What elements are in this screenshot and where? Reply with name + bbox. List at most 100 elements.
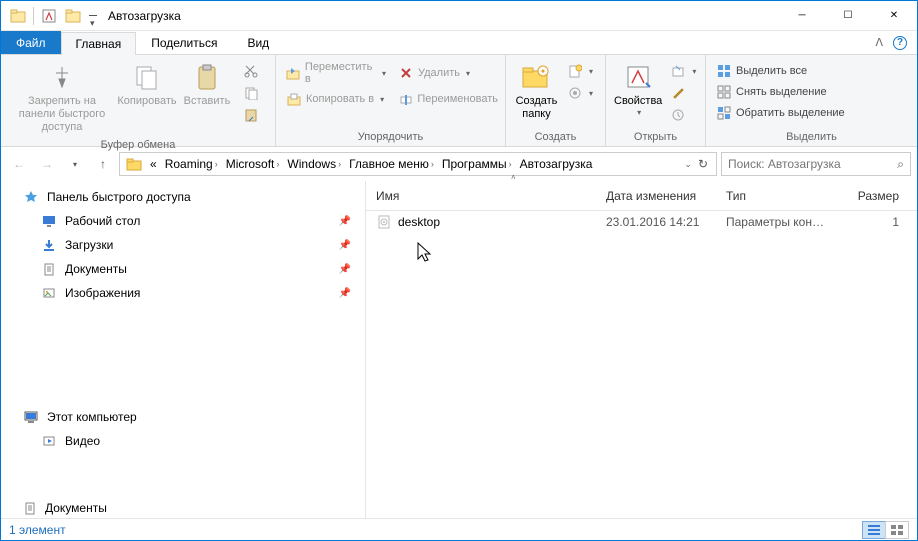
details-view-button[interactable] [862,521,886,539]
nav-this-pc[interactable]: Этот компьютер [1,405,365,429]
col-date[interactable]: Дата изменения [596,181,716,210]
paste-button[interactable]: Вставить [177,59,237,110]
folder-icon-2[interactable] [62,5,84,27]
paste-label: Вставить [184,95,231,108]
address-row: ← → ▾ ↑ « Roaming› Microsoft› Windows› Г… [1,147,917,181]
paste-shortcut-button[interactable] [239,105,263,125]
title-bar: ▾ Автозагрузка ─ ☐ ✕ [1,1,917,31]
nav-documents[interactable]: Документы 📌 [1,257,365,281]
folder-icon[interactable] [7,5,29,27]
delete-icon [398,65,414,81]
icons-view-button[interactable] [885,521,909,539]
nav-documents-2[interactable]: Документы [23,498,107,518]
copy-to-button[interactable]: Копировать в▾ [282,89,390,109]
nav-back-button[interactable]: ← [7,152,31,176]
pin-icon: 📌 [339,240,351,251]
pin-label: Закрепить на панели быстрого доступа [9,95,115,135]
documents-icon [41,261,57,277]
status-bar: 1 элемент [1,518,917,541]
invert-selection-icon [716,105,732,121]
file-date: 23.01.2016 14:21 [596,215,716,229]
file-icon [376,214,392,230]
cursor-icon [416,241,434,263]
breadcrumb-seg-2[interactable]: Windows› [283,157,345,171]
breadcrumb-seg-4[interactable]: Программы› [438,157,516,171]
col-type[interactable]: Тип [716,181,836,210]
edit-icon [670,85,686,101]
desktop-icon [41,213,57,229]
copy-path-icon [243,85,259,101]
quick-access-toolbar: ▾ [1,5,100,27]
breadcrumb-prefix[interactable]: « [146,157,161,171]
close-button[interactable]: ✕ [871,1,917,31]
nav-pictures[interactable]: Изображения 📌 [1,281,365,305]
new-item-icon [567,63,583,79]
svg-text:✦: ✦ [540,67,547,76]
refresh-icon[interactable]: ↻ [698,157,708,171]
properties-button[interactable]: Свойства ▾ [612,59,664,120]
properties-icon[interactable] [38,5,60,27]
window-title: Автозагрузка [100,9,779,23]
breadcrumb-seg-5[interactable]: Автозагрузка [516,157,597,171]
ribbon-collapse-icon[interactable]: ᐱ [875,36,883,49]
pin-icon: 📌 [339,264,351,275]
address-dropdown-icon[interactable]: ⌄ [684,159,692,170]
open-group-label: Открыть [606,129,705,146]
nav-desktop[interactable]: Рабочий стол 📌 [1,209,365,233]
open-button[interactable]: ▾ [666,61,700,81]
copy-label: Копировать [117,95,176,108]
history-button[interactable] [666,105,700,125]
select-all-button[interactable]: Выделить все [712,61,811,81]
clipboard-extras [237,59,265,127]
rename-button[interactable]: Переименовать [394,89,502,109]
nav-forward-button[interactable]: → [35,152,59,176]
move-to-button[interactable]: Переместить в▾ [282,59,390,87]
breadcrumb-seg-1[interactable]: Microsoft› [222,157,284,171]
tab-file[interactable]: Файл [1,31,61,54]
copy-path-button[interactable] [239,83,263,103]
breadcrumb-seg-3[interactable]: Главное меню› [345,157,438,171]
search-box[interactable]: ⌕ [721,152,911,176]
maximize-button[interactable]: ☐ [825,1,871,31]
select-none-button[interactable]: Снять выделение [712,82,831,102]
help-icon[interactable]: ? [893,36,907,50]
new-folder-icon: ✦ [520,61,552,93]
nav-videos[interactable]: Видео [1,429,365,453]
col-size[interactable]: Размер [836,181,917,210]
nav-downloads[interactable]: Загрузки 📌 [1,233,365,257]
pin-to-quick-access-button[interactable]: Закрепить на панели быстрого доступа [7,59,117,137]
qat-dropdown-icon[interactable]: ▾ [86,5,100,27]
invert-selection-button[interactable]: Обратить выделение [712,103,849,123]
tab-share[interactable]: Поделиться [136,31,232,54]
edit-button[interactable] [666,83,700,103]
tab-view[interactable]: Вид [232,31,284,54]
ribbon-group-new: ✦ Создать папку ▾ ▾ Создать [506,55,606,146]
status-item-count: 1 элемент [9,523,66,537]
minimize-button[interactable]: ─ [779,1,825,31]
select-all-icon [716,63,732,79]
paste-shortcut-icon [243,107,259,123]
new-item-button[interactable]: ▾ [563,61,597,81]
address-bar[interactable]: « Roaming› Microsoft› Windows› Главное м… [119,152,717,176]
videos-icon [41,433,57,449]
search-icon[interactable]: ⌕ [897,157,904,172]
pin-icon [46,61,78,93]
nav-quick-access[interactable]: Панель быстрого доступа [1,185,365,209]
search-input[interactable] [728,157,878,171]
breadcrumb-root-icon[interactable] [122,156,146,172]
easy-access-button[interactable]: ▾ [563,83,597,103]
file-row[interactable]: desktop 23.01.2016 14:21 Параметры конф.… [366,211,917,233]
col-name[interactable]: Имя [366,181,596,210]
navigation-pane: Панель быстрого доступа Рабочий стол 📌 З… [1,181,366,518]
properties-icon [622,61,654,93]
ribbon-group-select: Выделить все Снять выделение Обратить вы… [706,55,917,146]
nav-up-button[interactable]: ↑ [91,152,115,176]
copy-button[interactable]: Копировать [117,59,177,110]
cut-button[interactable] [239,61,263,81]
new-folder-button[interactable]: ✦ Создать папку [512,59,561,123]
nav-recent-button[interactable]: ▾ [63,152,87,176]
tab-home[interactable]: Главная [61,32,137,55]
delete-button[interactable]: Удалить▾ [394,59,484,87]
window-controls: ─ ☐ ✕ [779,1,917,31]
breadcrumb-seg-0[interactable]: Roaming› [161,157,222,171]
